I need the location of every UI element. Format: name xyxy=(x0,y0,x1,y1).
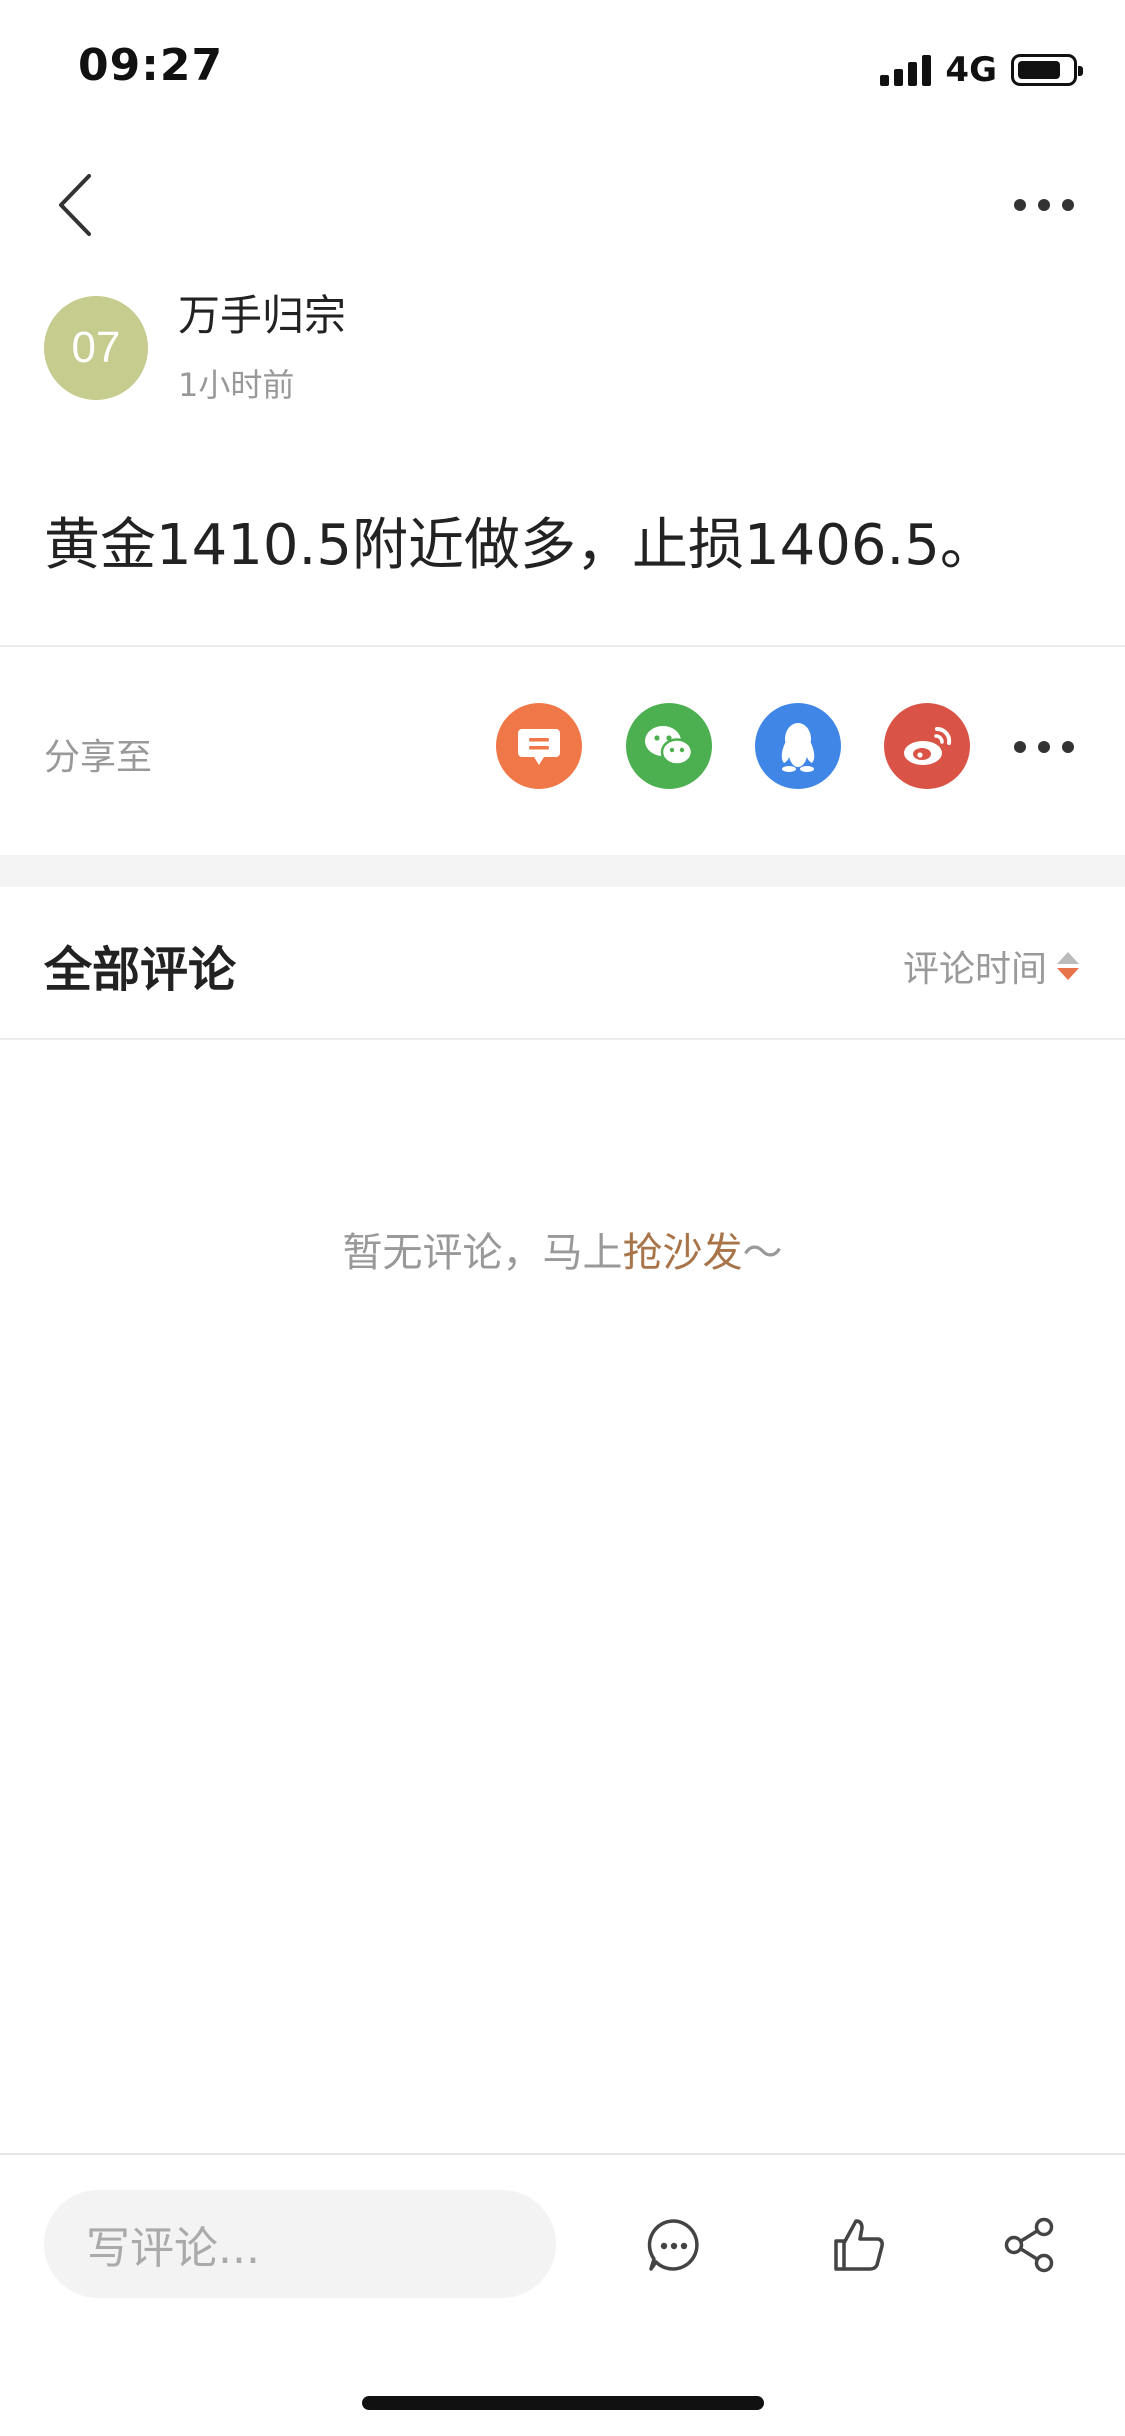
share-message-button[interactable] xyxy=(496,703,582,789)
chevron-left-icon xyxy=(59,174,91,236)
comment-icon xyxy=(647,2219,699,2271)
battery-icon xyxy=(1011,54,1083,86)
share-wechat-button[interactable] xyxy=(626,703,712,789)
sort-label: 评论时间 xyxy=(902,949,1047,990)
share-more-button[interactable] xyxy=(999,712,1089,782)
weibo-icon xyxy=(904,726,952,765)
share-qq-button[interactable] xyxy=(755,703,841,789)
network-type: 4G xyxy=(945,50,997,90)
empty-comments-message: 暂无评论，马上抢沙发～ xyxy=(0,1220,1125,1278)
section-separator xyxy=(0,855,1125,887)
more-options-button[interactable] xyxy=(999,170,1089,240)
comments-button[interactable] xyxy=(634,2205,714,2285)
share-label: 分享至 xyxy=(44,737,153,778)
signal-icon xyxy=(880,54,932,86)
avatar[interactable]: 07 xyxy=(44,296,148,400)
wechat-icon xyxy=(645,726,694,766)
status-indicators: 4G xyxy=(880,48,1083,92)
divider xyxy=(0,645,1125,647)
status-time: 09:27 xyxy=(78,40,224,91)
share-icon xyxy=(1004,2217,1054,2273)
back-button[interactable] xyxy=(40,160,110,250)
like-button[interactable] xyxy=(818,2205,898,2285)
empty-suffix: ～ xyxy=(742,1230,783,1276)
more-dots-icon xyxy=(1014,199,1026,211)
more-dots-icon xyxy=(1014,741,1026,753)
sort-arrows-icon xyxy=(1057,952,1079,980)
share-weibo-button[interactable] xyxy=(884,703,970,789)
first-comment-link[interactable]: 抢沙发 xyxy=(623,1230,743,1276)
comments-title: 全部评论 xyxy=(44,942,237,998)
qq-penguin-icon xyxy=(781,723,815,772)
divider xyxy=(0,2153,1125,2155)
empty-text: 暂无评论，马上 xyxy=(342,1230,623,1276)
comment-input[interactable]: 写评论... xyxy=(44,2190,556,2298)
sort-by-time-button[interactable]: 评论时间 xyxy=(903,940,1079,992)
thumbs-up-icon xyxy=(834,2219,884,2271)
post-time: 1小时前 xyxy=(178,366,295,404)
home-indicator xyxy=(362,2396,764,2410)
post-content: 黄金1410.5附近做多，止损1406.5。 xyxy=(44,513,996,578)
author-name[interactable]: 万手归宗 xyxy=(178,282,346,343)
chat-bubble-icon xyxy=(518,729,560,765)
divider xyxy=(0,1038,1125,1040)
share-button[interactable] xyxy=(990,2205,1070,2285)
